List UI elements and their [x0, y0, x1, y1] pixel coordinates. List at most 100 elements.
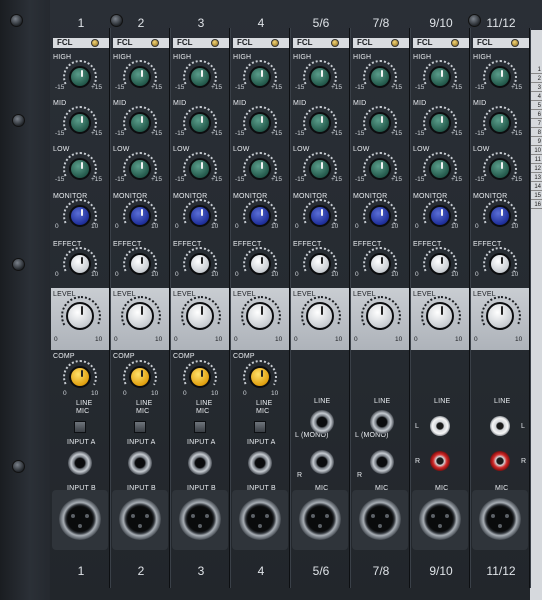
scale-min: -15 [295, 176, 305, 183]
scale-max: 10 [91, 223, 99, 230]
mid-eq-knob[interactable] [309, 112, 331, 134]
level-knob[interactable] [246, 302, 274, 330]
channel-number-bottom: 7/8 [372, 564, 390, 578]
line-mic-switch[interactable] [134, 421, 146, 433]
mid-eq-knob[interactable] [429, 112, 451, 134]
mid-eq-knob[interactable] [69, 112, 91, 134]
screw [12, 460, 25, 473]
input-a-jack[interactable] [128, 451, 152, 475]
rca-r-input[interactable] [430, 451, 450, 471]
input-a-jack[interactable] [188, 451, 212, 475]
xlr-mic-input[interactable] [119, 498, 161, 540]
high-eq-knob[interactable] [129, 66, 151, 88]
level-knob[interactable] [486, 302, 514, 330]
level-section: LEVEL 0 10 [171, 288, 229, 350]
low-eq-knob[interactable] [69, 158, 91, 180]
level-knob[interactable] [366, 302, 394, 330]
monitor-knob[interactable] [189, 205, 211, 227]
line-r-jack[interactable] [310, 450, 334, 474]
mid-eq-knob[interactable] [249, 112, 271, 134]
low-eq-knob[interactable] [189, 158, 211, 180]
monitor-knob[interactable] [369, 205, 391, 227]
xlr-mic-input[interactable] [299, 498, 341, 540]
low-eq-knob[interactable] [309, 158, 331, 180]
level-knob[interactable] [426, 302, 454, 330]
level-knob[interactable] [66, 302, 94, 330]
effect-knob[interactable] [429, 253, 451, 275]
fcl-led [91, 39, 99, 47]
effect-knob[interactable] [69, 253, 91, 275]
level-knob[interactable] [186, 302, 214, 330]
comp-knob[interactable] [249, 366, 271, 388]
line-r-jack[interactable] [370, 450, 394, 474]
scale-max: +15 [271, 84, 283, 91]
xlr-mic-input[interactable] [59, 498, 101, 540]
level-knob[interactable] [306, 302, 334, 330]
fcl-label: FCL [293, 38, 349, 48]
channel-number-top: 1 [77, 16, 85, 30]
monitor-knob[interactable] [249, 205, 271, 227]
xlr-mic-input[interactable] [239, 498, 281, 540]
effect-knob[interactable] [489, 253, 511, 275]
xlr-mic-input[interactable] [419, 498, 461, 540]
xlr-pin [385, 514, 389, 518]
high-eq-knob[interactable] [309, 66, 331, 88]
comp-knob[interactable] [69, 366, 91, 388]
r-label: R [521, 458, 527, 465]
high-eq-knob[interactable] [69, 66, 91, 88]
r-label: R [415, 458, 421, 465]
channel-number-bottom: 2 [137, 564, 145, 578]
rca-r-input[interactable] [490, 451, 510, 471]
low-eq-knob[interactable] [369, 158, 391, 180]
input-a-jack[interactable] [248, 451, 272, 475]
scale-min: 0 [115, 223, 119, 230]
high-eq-knob[interactable] [489, 66, 511, 88]
monitor-knob[interactable] [309, 205, 331, 227]
comp-knob[interactable] [129, 366, 151, 388]
monitor-knob[interactable] [69, 205, 91, 227]
rca-l-input[interactable] [430, 416, 450, 436]
bus-number: 1 [531, 66, 542, 74]
r-label: R [297, 472, 303, 479]
scale-min: -15 [355, 130, 365, 137]
line-mic-switch[interactable] [254, 421, 266, 433]
low-eq-knob[interactable] [429, 158, 451, 180]
xlr-mic-input[interactable] [179, 498, 221, 540]
bus-number: 16 [531, 201, 542, 209]
mid-eq-knob[interactable] [189, 112, 211, 134]
mid-eq-knob[interactable] [489, 112, 511, 134]
scale-min: -15 [355, 176, 365, 183]
effect-knob[interactable] [309, 253, 331, 275]
fcl-led [331, 39, 339, 47]
effect-knob[interactable] [189, 253, 211, 275]
rca-l-input[interactable] [490, 416, 510, 436]
high-eq-knob[interactable] [189, 66, 211, 88]
mid-eq-knob[interactable] [369, 112, 391, 134]
effect-knob[interactable] [369, 253, 391, 275]
line-mic-switch[interactable] [194, 421, 206, 433]
monitor-knob[interactable] [489, 205, 511, 227]
comp-knob[interactable] [189, 366, 211, 388]
xlr-pin [191, 514, 195, 518]
high-eq-knob[interactable] [369, 66, 391, 88]
effect-knob[interactable] [249, 253, 271, 275]
effect-knob[interactable] [129, 253, 151, 275]
line-mic-switch[interactable] [74, 421, 86, 433]
xlr-mic-input[interactable] [479, 498, 521, 540]
level-knob[interactable] [126, 302, 154, 330]
monitor-knob[interactable] [129, 205, 151, 227]
scale-max: +15 [151, 84, 163, 91]
scale-min: 0 [63, 390, 67, 397]
input-a-jack[interactable] [68, 451, 92, 475]
line-l-jack[interactable] [310, 410, 334, 434]
xlr-mic-input[interactable] [359, 498, 401, 540]
low-eq-knob[interactable] [489, 158, 511, 180]
monitor-knob[interactable] [429, 205, 451, 227]
mid-eq-knob[interactable] [129, 112, 151, 134]
low-eq-knob[interactable] [249, 158, 271, 180]
high-eq-knob[interactable] [429, 66, 451, 88]
line-l-jack[interactable] [370, 410, 394, 434]
scale-min: -15 [415, 130, 425, 137]
high-eq-knob[interactable] [249, 66, 271, 88]
low-eq-knob[interactable] [129, 158, 151, 180]
